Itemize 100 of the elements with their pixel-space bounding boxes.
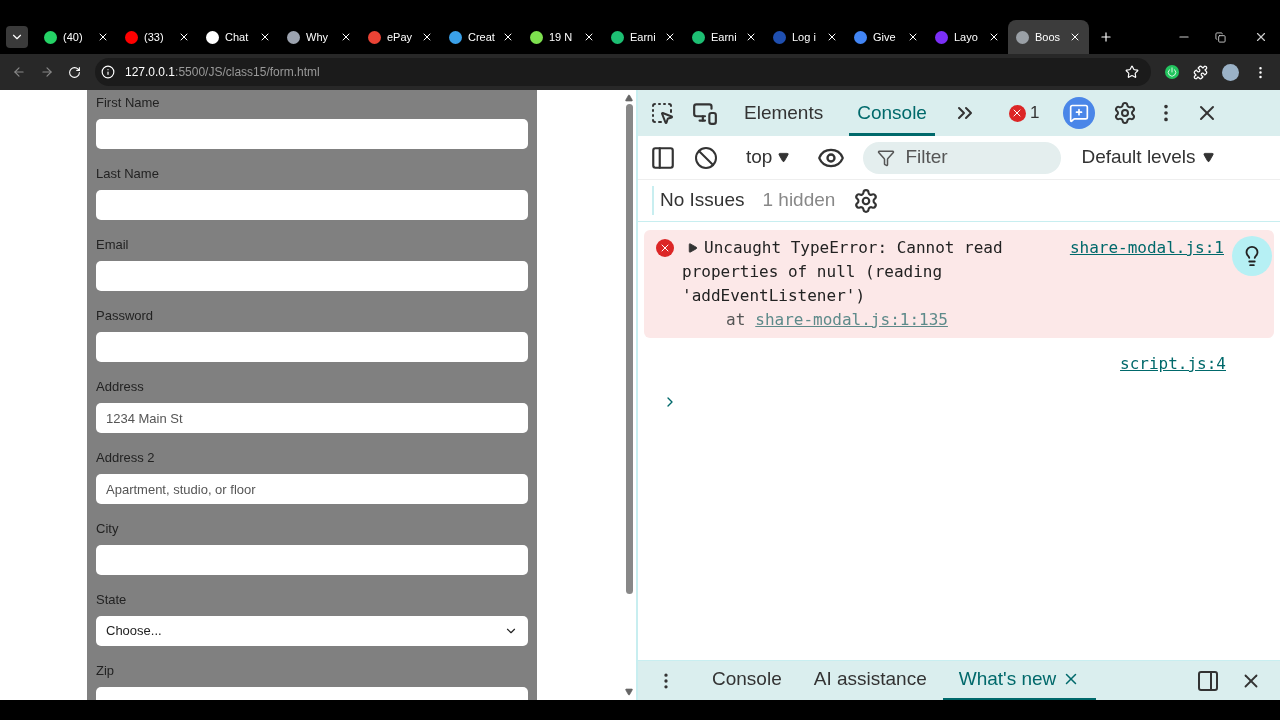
extensions-icon[interactable]: [1193, 64, 1208, 80]
close-icon[interactable]: [178, 31, 190, 43]
bookmark-star-icon[interactable]: [1125, 65, 1139, 79]
scrollbar-thumb[interactable]: [625, 104, 633, 594]
site-info-icon[interactable]: [101, 65, 115, 79]
filter-placeholder: Filter: [905, 145, 948, 170]
source-link[interactable]: share-modal.js:1: [1069, 236, 1224, 332]
clear-console-icon[interactable]: [694, 145, 718, 170]
field-label: State: [96, 591, 128, 608]
scroll-down-icon[interactable]: [625, 688, 633, 696]
state-select[interactable]: Choose...: [96, 616, 528, 646]
dock-icon[interactable]: [1196, 668, 1220, 693]
context-dropdown[interactable]: top: [746, 143, 790, 172]
restore-icon[interactable]: [1215, 31, 1226, 43]
new-tab-icon[interactable]: [1099, 30, 1113, 44]
browser-tab[interactable]: ePay: [360, 20, 441, 54]
close-icon[interactable]: [826, 31, 838, 43]
input-field[interactable]: 1234 Main St: [96, 403, 528, 433]
settings-icon[interactable]: [853, 187, 880, 214]
browser-tab[interactable]: Why: [279, 20, 360, 54]
close-icon[interactable]: [664, 31, 676, 43]
input-field[interactable]: [96, 190, 528, 220]
devtools-tab[interactable]: Elements: [736, 90, 832, 136]
tab-title: (33): [144, 29, 165, 45]
browser-tab[interactable]: (33): [117, 20, 198, 54]
forward-icon[interactable]: [40, 65, 54, 79]
browser-tab[interactable]: Give: [846, 20, 927, 54]
input-field[interactable]: [96, 119, 528, 149]
ai-chat-icon[interactable]: [1063, 97, 1096, 129]
tab-title: Layo: [954, 29, 979, 45]
sidebar-icon[interactable]: [650, 144, 676, 171]
close-icon[interactable]: [97, 31, 109, 43]
tab-title: Creat: [468, 29, 496, 45]
filter-icon: [877, 148, 896, 167]
error-text[interactable]: Uncaught TypeError: Cannot read properties of null (reading 'addEventListener'): [682, 236, 1004, 308]
browser-tab[interactable]: Boos: [1008, 20, 1089, 54]
input-field[interactable]: [96, 261, 528, 291]
tab-title: Log i: [792, 29, 817, 45]
devtools-tab[interactable]: Console: [849, 90, 935, 136]
tab-title: Give: [873, 29, 897, 45]
tab-title: Why: [306, 29, 329, 45]
input-field[interactable]: [96, 545, 528, 575]
browser-tab[interactable]: Log i: [765, 20, 846, 54]
inspect-icon[interactable]: [650, 101, 674, 125]
browser-tab[interactable]: Earni: [603, 20, 684, 54]
field-label: Email: [96, 236, 130, 253]
tab-title: Chat: [225, 29, 250, 45]
tab-title: Earni: [711, 29, 738, 45]
error-count[interactable]: 1: [1029, 100, 1040, 126]
field-label: First Name: [96, 94, 161, 111]
close-icon[interactable]: [340, 31, 352, 43]
close-icon[interactable]: [421, 31, 433, 43]
hidden-count: 1 hidden: [762, 188, 836, 213]
settings-icon[interactable]: [1113, 101, 1138, 125]
drawer-tab[interactable]: Console: [696, 660, 798, 701]
close-icon[interactable]: [907, 31, 919, 43]
tab-title: Earni: [630, 29, 657, 45]
field-label: Zip: [96, 662, 116, 679]
field-label: Address 2: [96, 449, 156, 466]
dropdown-triangle-icon: [1203, 152, 1215, 163]
address-bar[interactable]: 127.0.0.1:5500/JS/class15/form.html: [95, 58, 1151, 86]
tab-title: ePay: [387, 29, 414, 45]
close-window-icon[interactable]: [1254, 30, 1268, 44]
browser-tab[interactable]: (40): [36, 20, 117, 54]
back-icon[interactable]: [12, 65, 26, 79]
browser-tab[interactable]: Layo: [927, 20, 1008, 54]
tab-search-button[interactable]: [6, 26, 28, 48]
error-icon: [1008, 104, 1026, 122]
field-label: Password: [96, 307, 155, 324]
dropdown-triangle-icon: [778, 152, 790, 163]
ai-insights-icon[interactable]: [1232, 236, 1272, 276]
field-label: Address: [96, 378, 145, 395]
close-icon[interactable]: [502, 31, 514, 43]
error-icon: [656, 239, 674, 257]
input-field[interactable]: Apartment, studio, or floor: [96, 474, 528, 504]
close-icon[interactable]: [745, 31, 757, 43]
tab-title: 19 N: [549, 29, 574, 45]
browser-tab[interactable]: Earni: [684, 20, 765, 54]
extension-icon[interactable]: [1165, 65, 1179, 79]
profile-avatar[interactable]: [1222, 63, 1239, 81]
at-text: at: [726, 309, 746, 331]
close-icon[interactable]: [259, 31, 271, 43]
expand-triangle-icon[interactable]: [688, 243, 698, 253]
filter-field[interactable]: Filter: [863, 141, 1062, 174]
input-field[interactable]: [96, 332, 528, 362]
issues-text[interactable]: No Issues: [652, 186, 745, 215]
drawer-tab[interactable]: AI assistance: [797, 660, 943, 701]
device-toolbar-icon[interactable]: [692, 100, 718, 126]
scroll-up-icon[interactable]: [625, 94, 633, 102]
browser-tab[interactable]: Creat: [441, 20, 522, 54]
browser-tab[interactable]: 19 N: [522, 20, 603, 54]
tab-title: Boos: [1035, 29, 1062, 45]
field-label: City: [96, 520, 120, 537]
browser-tab[interactable]: Chat: [198, 20, 279, 54]
levels-dropdown[interactable]: Default levels: [1081, 143, 1215, 172]
source-link[interactable]: script.js:4: [1120, 352, 1226, 376]
close-icon[interactable]: [1069, 31, 1081, 43]
close-icon[interactable]: [583, 31, 595, 43]
reload-icon[interactable]: [68, 65, 81, 79]
close-icon[interactable]: [988, 31, 1000, 43]
